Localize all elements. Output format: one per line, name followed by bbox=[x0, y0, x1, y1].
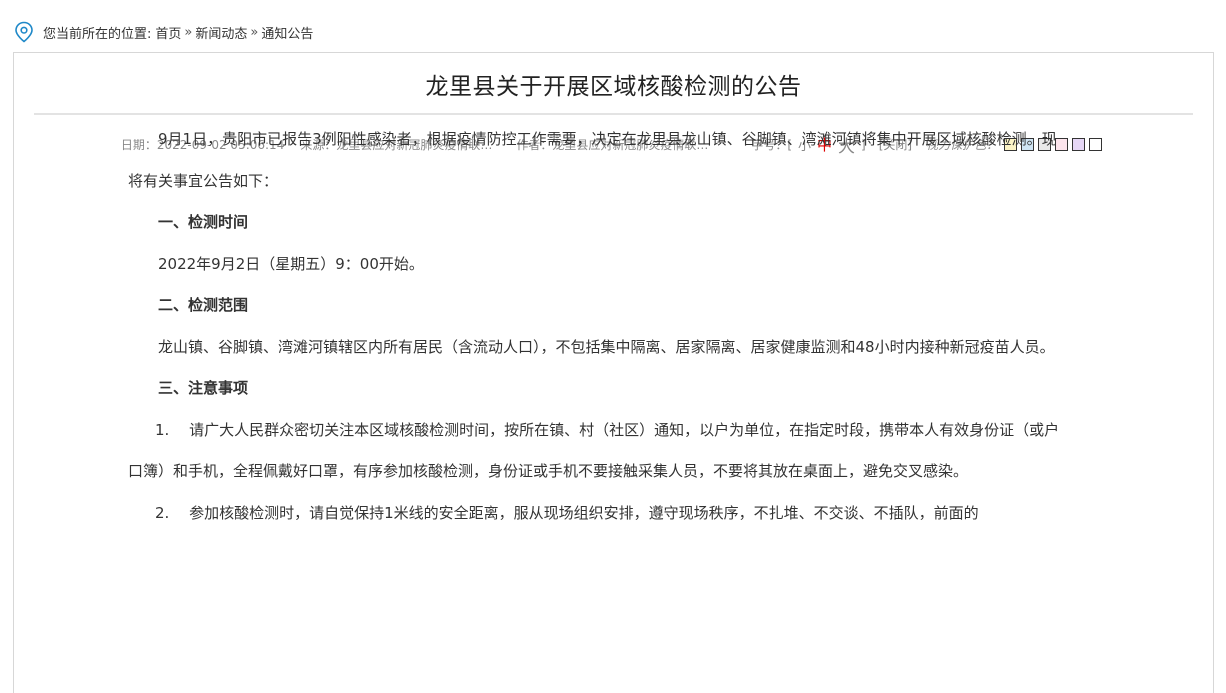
article-title: 龙里县关于开展区域核酸检测的公告 bbox=[425, 74, 802, 100]
article-body: 9月1日，贵阳市已报告3例阳性感染者，根据疫情防控工作需要，决定在龙里县龙山镇、… bbox=[128, 119, 1063, 534]
breadcrumb-separator: » bbox=[184, 24, 193, 40]
list-item: 1. 请广大人民群众密切关注本区域核酸检测时间，按所在镇、村（社区）通知，以户为… bbox=[128, 420, 1060, 481]
breadcrumb-separator: » bbox=[250, 24, 259, 40]
eye-color-swatch[interactable] bbox=[1089, 138, 1103, 151]
breadcrumb-news-link[interactable]: 新闻动态 bbox=[195, 23, 247, 42]
breadcrumb-notice-link[interactable]: 通知公告 bbox=[261, 23, 313, 42]
breadcrumb-prefix: 您当前所在的位置: bbox=[43, 26, 152, 42]
breadcrumb: 您当前所在的位置: 首页 » 新闻动态 » 通知公告 bbox=[14, 20, 313, 44]
article-paragraph: 2022年9月2日（星期五）9：00开始。 bbox=[158, 254, 424, 273]
section-heading: 一、检测时间 bbox=[158, 213, 249, 231]
location-pin-icon bbox=[15, 21, 33, 43]
title-divider bbox=[34, 113, 1193, 115]
list-item: 2. 参加核酸检测时，请自觉保持1米线的安全距离，服从现场组织安排，遵守现场秩序… bbox=[155, 503, 979, 522]
eye-color-swatch[interactable] bbox=[1072, 138, 1086, 151]
breadcrumb-home-link[interactable]: 首页 bbox=[155, 23, 181, 42]
section-heading: 二、检测范围 bbox=[158, 296, 249, 314]
section-heading: 三、注意事项 bbox=[158, 379, 249, 397]
article-paragraph: 9月1日，贵阳市已报告3例阳性感染者，根据疫情防控工作需要，决定在龙里县龙山镇、… bbox=[128, 130, 1057, 190]
article-paragraph: 龙山镇、谷脚镇、湾滩河镇辖区内所有居民（含流动人口），不包括集中隔离、居家隔离、… bbox=[158, 337, 1055, 356]
